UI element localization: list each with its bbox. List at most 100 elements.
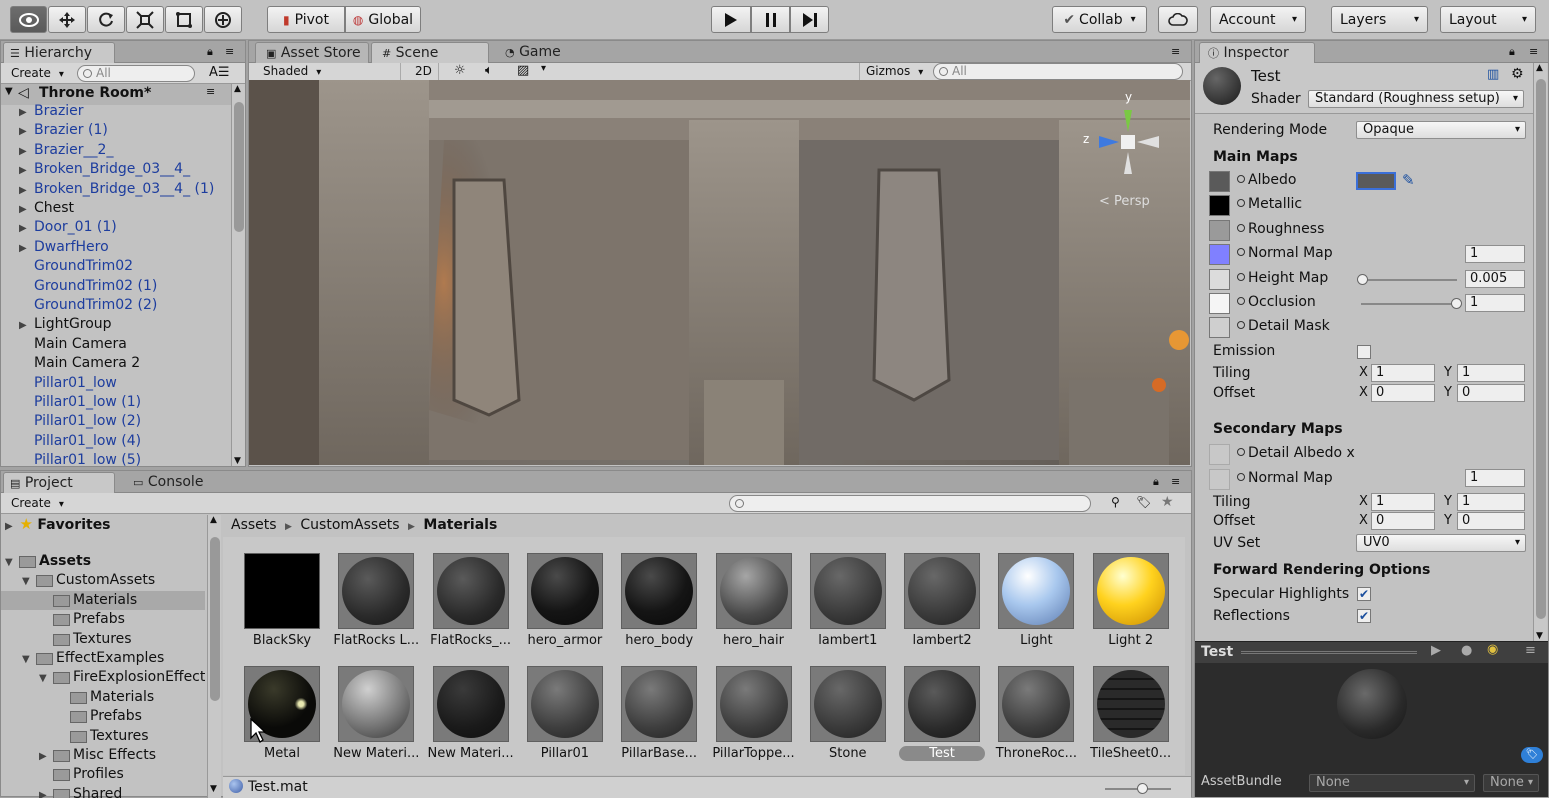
pivot-toggle[interactable]: ▮ Pivot (267, 6, 345, 33)
scene-menu-icon[interactable]: ≡ (206, 85, 215, 98)
texture-swatch[interactable] (1209, 317, 1230, 338)
breadcrumb-item-current[interactable]: Materials (423, 517, 497, 533)
folder-tree-item[interactable]: ▬Materials (1, 590, 205, 610)
hierarchy-item[interactable]: Pillar01_low (1, 374, 117, 393)
material-asset[interactable]: Pillar01 (520, 666, 610, 761)
hierarchy-item[interactable]: GroundTrim02 (2) (1, 296, 157, 315)
hierarchy-item[interactable]: GroundTrim02 (1) (1, 277, 157, 296)
icon-size-slider-knob[interactable] (1137, 783, 1148, 794)
breadcrumb-item[interactable]: CustomAssets (300, 517, 399, 533)
map-value-field[interactable]: 1 (1465, 294, 1525, 312)
texture-picker-icon[interactable] (1237, 448, 1245, 456)
expand-triangle-icon[interactable]: ▶ (19, 161, 29, 180)
expand-triangle-icon[interactable]: ▼ (39, 669, 49, 688)
folder-tree-item[interactable]: ▬Textures (1, 727, 205, 746)
material-asset[interactable]: PillarToppe... (709, 666, 799, 761)
tiling-x-field[interactable]: 1 (1371, 364, 1435, 382)
hierarchy-item[interactable]: ▶ Brazier (1) (1, 121, 108, 140)
texture-picker-icon[interactable] (1237, 297, 1245, 305)
tab-project[interactable]: ▤ Project (3, 472, 115, 493)
hierarchy-item[interactable]: Pillar01_low (1) (1, 393, 141, 412)
map-slider[interactable] (1361, 303, 1457, 305)
expand-triangle-icon[interactable]: ▶ (19, 200, 29, 219)
hierarchy-item[interactable]: ▶ Chest (1, 199, 74, 218)
expand-triangle-icon[interactable]: ▼ (22, 572, 32, 591)
expand-triangle-icon[interactable]: ▼ (5, 86, 13, 97)
cloud-button[interactable] (1158, 6, 1198, 33)
gear-icon[interactable]: ⚙ (1511, 66, 1524, 82)
expand-triangle-icon[interactable]: ▶ (39, 747, 49, 766)
project-search-input[interactable] (729, 495, 1091, 512)
map-slider[interactable] (1361, 279, 1457, 281)
tab-inspector[interactable]: ⓘ Inspector (1199, 42, 1315, 63)
effects-dropdown-icon[interactable]: ▾ (541, 63, 546, 74)
toggle-2d-button[interactable]: 2D (409, 63, 439, 80)
scale-tool-button[interactable] (126, 6, 164, 33)
lock-icon[interactable]: 🔒︎ (1153, 475, 1159, 489)
hierarchy-item[interactable]: Pillar01_low (2) (1, 412, 141, 431)
specular-checkbox[interactable]: ✔ (1357, 587, 1371, 601)
lock-icon[interactable]: 🔒︎ (207, 45, 213, 59)
lock-icon[interactable]: 🔒︎ (1509, 45, 1515, 59)
pause-button[interactable] (751, 6, 790, 33)
folder-tree-item[interactable]: ▬Prefabs (1, 707, 205, 726)
hierarchy-search-input[interactable]: All (77, 65, 195, 82)
audio-toggle-icon[interactable]: 🔈︎ (485, 63, 493, 78)
hierarchy-item[interactable]: ▶ Broken_Bridge_03__4_ (1, 160, 190, 179)
rendering-mode-dropdown[interactable]: Opaque (1356, 121, 1526, 139)
map-slider-knob[interactable] (1357, 274, 1368, 285)
map-value-field[interactable]: 0.005 (1465, 270, 1525, 288)
shading-dropdown[interactable]: Shaded (257, 63, 401, 80)
tab-console[interactable]: ▭ Console (123, 472, 215, 493)
layers-dropdown[interactable]: Layers (1331, 6, 1428, 33)
hierarchy-scrollbar[interactable]: ▲ ▼ (231, 84, 245, 466)
persp-label[interactable]: < Persp (1099, 194, 1150, 209)
material-asset[interactable]: lambert1 (803, 553, 893, 648)
material-asset[interactable]: Light 2 (1086, 553, 1176, 648)
map-value-field[interactable]: 1 (1465, 245, 1525, 263)
texture-picker-icon[interactable] (1237, 273, 1245, 281)
scroll-up-icon[interactable]: ▲ (210, 515, 217, 525)
scroll-down-icon[interactable]: ▼ (234, 456, 241, 466)
material-asset[interactable]: Stone (803, 666, 893, 761)
material-asset[interactable]: Light (991, 553, 1081, 648)
scene-viewport[interactable]: y z < Persp (249, 80, 1190, 465)
scroll-up-icon[interactable]: ▲ (234, 84, 241, 94)
material-asset[interactable]: lambert2 (897, 553, 987, 648)
folder-tree-item[interactable]: ▬Textures (1, 630, 205, 649)
emission-checkbox[interactable] (1357, 345, 1371, 359)
project-create-dropdown[interactable]: Create (5, 495, 70, 512)
texture-swatch[interactable] (1209, 269, 1230, 290)
filter-type-icon[interactable]: ⚲ (1111, 495, 1120, 509)
texture-swatch[interactable] (1209, 171, 1230, 192)
step-button[interactable] (790, 6, 829, 33)
assetbundle-dropdown[interactable]: None (1309, 774, 1475, 792)
hierarchy-item[interactable]: Pillar01_low (5) (1, 451, 141, 466)
material-asset[interactable]: ThroneRoc... (991, 666, 1081, 761)
hierarchy-item[interactable]: ▶ Brazier (1, 102, 84, 121)
hierarchy-item[interactable]: Main Camera (1, 335, 127, 354)
folder-tree-item[interactable]: ▶ ▬Misc Effects (1, 746, 205, 765)
expand-triangle-icon[interactable]: ▶ (19, 219, 29, 238)
panel-menu-icon[interactable]: ≡ (225, 45, 234, 58)
tab-hierarchy[interactable]: ☰ Hierarchy (3, 42, 115, 63)
material-preview[interactable]: 🏷︎ (1195, 663, 1548, 769)
view-tool-button[interactable] (10, 6, 47, 33)
secondary-tiling-y-field[interactable]: 1 (1457, 493, 1525, 511)
move-tool-button[interactable] (48, 6, 86, 33)
expand-triangle-icon[interactable]: ▼ (5, 553, 15, 572)
panel-menu-icon[interactable]: ≡ (1529, 45, 1538, 58)
secondary-offset-x-field[interactable]: 0 (1371, 512, 1435, 530)
texture-picker-icon[interactable] (1237, 199, 1245, 207)
effects-image-icon[interactable]: ▨ (517, 63, 529, 78)
folder-tree-item[interactable]: ▼ ▬CustomAssets (1, 571, 205, 590)
account-dropdown[interactable]: Account (1210, 6, 1306, 33)
albedo-color-field[interactable] (1356, 172, 1396, 190)
inspector-scrollbar[interactable]: ▲ ▼ (1533, 63, 1547, 641)
hierarchy-item[interactable]: ▶ LightGroup (1, 315, 112, 334)
texture-swatch[interactable] (1209, 293, 1230, 314)
material-asset[interactable]: PillarBase... (614, 666, 704, 761)
hierarchy-item[interactable]: ▶ Broken_Bridge_03__4_ (1) (1, 180, 214, 199)
material-asset[interactable]: New Materi... (426, 666, 516, 761)
expand-triangle-icon[interactable]: ▶ (19, 103, 29, 122)
